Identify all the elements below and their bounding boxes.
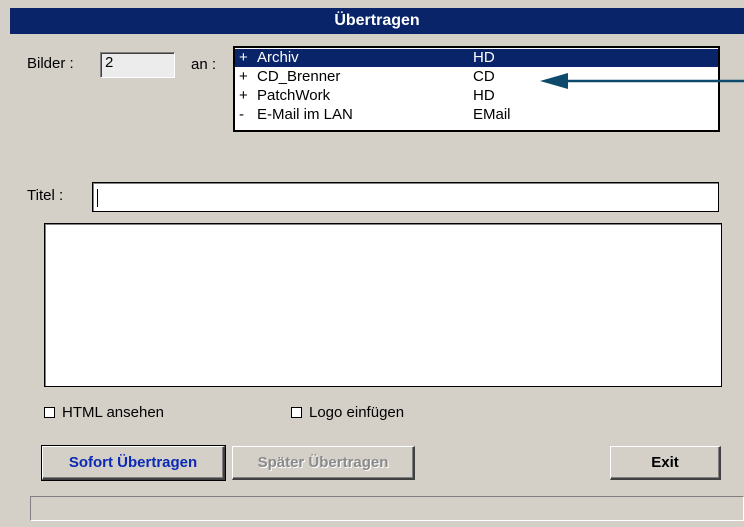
checkbox-box[interactable] xyxy=(291,407,302,418)
destination-name: E-Mail im LAN xyxy=(257,106,353,123)
html-view-label: HTML ansehen xyxy=(62,404,164,421)
expand-marker: + xyxy=(239,68,248,85)
list-item[interactable]: - E-Mail im LAN EMail xyxy=(235,106,718,124)
destination-type: EMail xyxy=(473,106,511,123)
send-now-button[interactable]: Sofort Übertragen xyxy=(41,445,226,481)
destination-type: HD xyxy=(473,49,495,66)
description-textarea[interactable] xyxy=(44,223,722,387)
images-label: Bilder : xyxy=(27,55,74,72)
title-input[interactable] xyxy=(92,182,719,212)
title-label: Titel : xyxy=(27,187,64,204)
logo-insert-label: Logo einfügen xyxy=(309,404,405,421)
destination-name: PatchWork xyxy=(257,87,331,104)
list-item[interactable]: + Archiv HD xyxy=(235,49,718,67)
expand-marker: - xyxy=(239,106,244,123)
checkbox-box[interactable] xyxy=(44,407,55,418)
destination-type: CD xyxy=(473,68,495,85)
transfer-dialog: Übertragen Bilder : 2 an : + Archiv HD +… xyxy=(0,0,744,527)
expand-marker: + xyxy=(239,87,248,104)
expand-marker: + xyxy=(239,49,248,66)
destination-type: HD xyxy=(473,87,495,104)
annotation-arrow-icon xyxy=(540,73,744,89)
destination-name: CD_Brenner xyxy=(257,68,341,85)
send-later-button[interactable]: Später Übertragen xyxy=(232,446,415,480)
destination-label: an : xyxy=(191,56,217,73)
window-title: Übertragen xyxy=(10,8,744,34)
status-bar xyxy=(30,496,744,521)
text-caret xyxy=(97,189,98,207)
html-view-checkbox[interactable]: HTML ansehen xyxy=(44,404,164,421)
exit-button[interactable]: Exit xyxy=(610,446,721,480)
logo-insert-checkbox[interactable]: Logo einfügen xyxy=(291,404,404,421)
destination-name: Archiv xyxy=(257,49,299,66)
images-count-field[interactable]: 2 xyxy=(100,52,175,78)
